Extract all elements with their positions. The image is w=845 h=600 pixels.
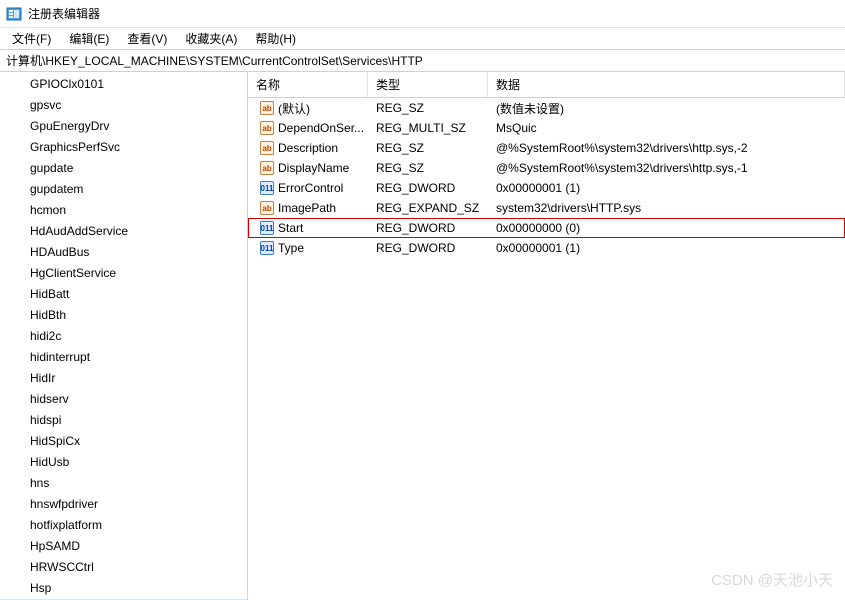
tree-pane[interactable]: GPIOClx0101gpsvcGpuEnergyDrvGraphicsPerf… — [0, 72, 248, 600]
value-type: REG_DWORD — [368, 241, 488, 255]
value-data: 0x00000001 (1) — [488, 241, 845, 255]
value-data: MsQuic — [488, 121, 845, 135]
tree-item[interactable]: gupdate — [0, 158, 247, 179]
tree-item[interactable]: GPIOClx0101 — [0, 74, 247, 95]
string-value-icon: ab — [260, 141, 274, 155]
value-name: (默认) — [278, 100, 310, 117]
tree-item[interactable]: Hsp — [0, 578, 247, 599]
tree-item[interactable]: HgClientService — [0, 263, 247, 284]
tree-item[interactable]: hidi2c — [0, 326, 247, 347]
value-type: REG_SZ — [368, 141, 488, 155]
menu-favorites[interactable]: 收藏夹(A) — [177, 28, 245, 49]
value-row[interactable]: ab ImagePath REG_EXPAND_SZsystem32\drivers… — [248, 198, 845, 218]
value-data: @%SystemRoot%\system32\drivers\http.sys,… — [488, 141, 845, 155]
value-row[interactable]: ab Description REG_SZ@%SystemRoot%\system3… — [248, 138, 845, 158]
menu-bar: 文件(F) 编辑(E) 查看(V) 收藏夹(A) 帮助(H) — [0, 28, 845, 50]
main-area: GPIOClx0101gpsvcGpuEnergyDrvGraphicsPerf… — [0, 72, 845, 600]
value-name-cell: ab (默认) — [252, 100, 368, 117]
tree-item[interactable]: HDAudBus — [0, 242, 247, 263]
tree-item[interactable]: HidUsb — [0, 452, 247, 473]
values-pane[interactable]: 名称 类型 数据 ab(默认)REG_SZ(数值未设置)abDependOnSe… — [248, 72, 845, 600]
string-value-icon: ab — [260, 201, 274, 215]
value-name: Start — [278, 221, 303, 235]
value-type: REG_DWORD — [368, 221, 488, 235]
window-title: 注册表编辑器 — [28, 5, 100, 22]
value-data: @%SystemRoot%\system32\drivers\http.sys,… — [488, 161, 845, 175]
value-row[interactable]: 011 Type REG_DWORD0x00000001 (1) — [248, 238, 845, 258]
tree-item[interactable]: hotfixplatform — [0, 515, 247, 536]
tree-item[interactable]: hidserv — [0, 389, 247, 410]
tree-item[interactable]: GraphicsPerfSvc — [0, 137, 247, 158]
tree-item[interactable]: hns — [0, 473, 247, 494]
value-data: 0x00000000 (0) — [488, 221, 845, 235]
header-name[interactable]: 名称 — [248, 72, 368, 97]
string-value-icon: ab — [260, 121, 274, 135]
value-name: ImagePath — [278, 201, 336, 215]
value-name: Description — [278, 141, 338, 155]
value-name: Type — [278, 241, 304, 255]
tree-item[interactable]: HidBth — [0, 305, 247, 326]
value-name: ErrorControl — [278, 181, 343, 195]
value-row[interactable]: ab DependOnSer... REG_MULTI_SZMsQuic — [248, 118, 845, 138]
title-bar: 注册表编辑器 — [0, 0, 845, 28]
address-path: 计算机\HKEY_LOCAL_MACHINE\SYSTEM\CurrentCon… — [6, 52, 423, 69]
tree-item[interactable]: HpSAMD — [0, 536, 247, 557]
tree-item[interactable]: gupdatem — [0, 179, 247, 200]
menu-edit[interactable]: 编辑(E) — [61, 28, 117, 49]
value-data: (数值未设置) — [488, 100, 845, 117]
value-name-cell: 011 Start — [252, 221, 368, 235]
value-row[interactable]: 011 ErrorControl REG_DWORD0x00000001 (1) — [248, 178, 845, 198]
value-type: REG_SZ — [368, 101, 488, 115]
tree-item[interactable]: HidSpiCx — [0, 431, 247, 452]
tree-item[interactable]: hnswfpdriver — [0, 494, 247, 515]
value-type: REG_EXPAND_SZ — [368, 201, 488, 215]
binary-value-icon: 011 — [260, 241, 274, 255]
address-bar[interactable]: 计算机\HKEY_LOCAL_MACHINE\SYSTEM\CurrentCon… — [0, 50, 845, 72]
value-name-cell: 011 Type — [252, 241, 368, 255]
string-value-icon: ab — [260, 161, 274, 175]
value-name: DisplayName — [278, 161, 349, 175]
value-name-cell: 011 ErrorControl — [252, 181, 368, 195]
value-type: REG_DWORD — [368, 181, 488, 195]
tree-item[interactable]: HidIr — [0, 368, 247, 389]
binary-value-icon: 011 — [260, 221, 274, 235]
value-name: DependOnSer... — [278, 121, 364, 135]
header-data[interactable]: 数据 — [488, 72, 845, 97]
value-name-cell: ab DisplayName — [252, 161, 368, 175]
string-value-icon: ab — [260, 101, 274, 115]
tree-item[interactable]: gpsvc — [0, 95, 247, 116]
value-row[interactable]: ab DisplayName REG_SZ@%SystemRoot%\system3… — [248, 158, 845, 178]
value-row[interactable]: 011 Start REG_DWORD0x00000000 (0) — [248, 218, 845, 238]
tree-item[interactable]: HdAudAddService — [0, 221, 247, 242]
header-type[interactable]: 类型 — [368, 72, 488, 97]
regedit-icon — [6, 6, 22, 22]
value-name-cell: ab ImagePath — [252, 201, 368, 215]
tree-item[interactable]: HidBatt — [0, 284, 247, 305]
tree-item[interactable]: GpuEnergyDrv — [0, 116, 247, 137]
menu-view[interactable]: 查看(V) — [119, 28, 175, 49]
menu-file[interactable]: 文件(F) — [4, 28, 59, 49]
tree-item[interactable]: hidinterrupt — [0, 347, 247, 368]
tree-item[interactable]: HRWSCCtrl — [0, 557, 247, 578]
tree-item[interactable]: hcmon — [0, 200, 247, 221]
value-data: system32\drivers\HTTP.sys — [488, 201, 845, 215]
value-data: 0x00000001 (1) — [488, 181, 845, 195]
value-type: REG_MULTI_SZ — [368, 121, 488, 135]
value-name-cell: ab Description — [252, 141, 368, 155]
tree-item[interactable]: hidspi — [0, 410, 247, 431]
binary-value-icon: 011 — [260, 181, 274, 195]
value-row[interactable]: ab (默认) REG_SZ(数值未设置) — [248, 98, 845, 118]
value-type: REG_SZ — [368, 161, 488, 175]
value-name-cell: ab DependOnSer... — [252, 121, 368, 135]
list-header: 名称 类型 数据 — [248, 72, 845, 98]
menu-help[interactable]: 帮助(H) — [247, 28, 304, 49]
